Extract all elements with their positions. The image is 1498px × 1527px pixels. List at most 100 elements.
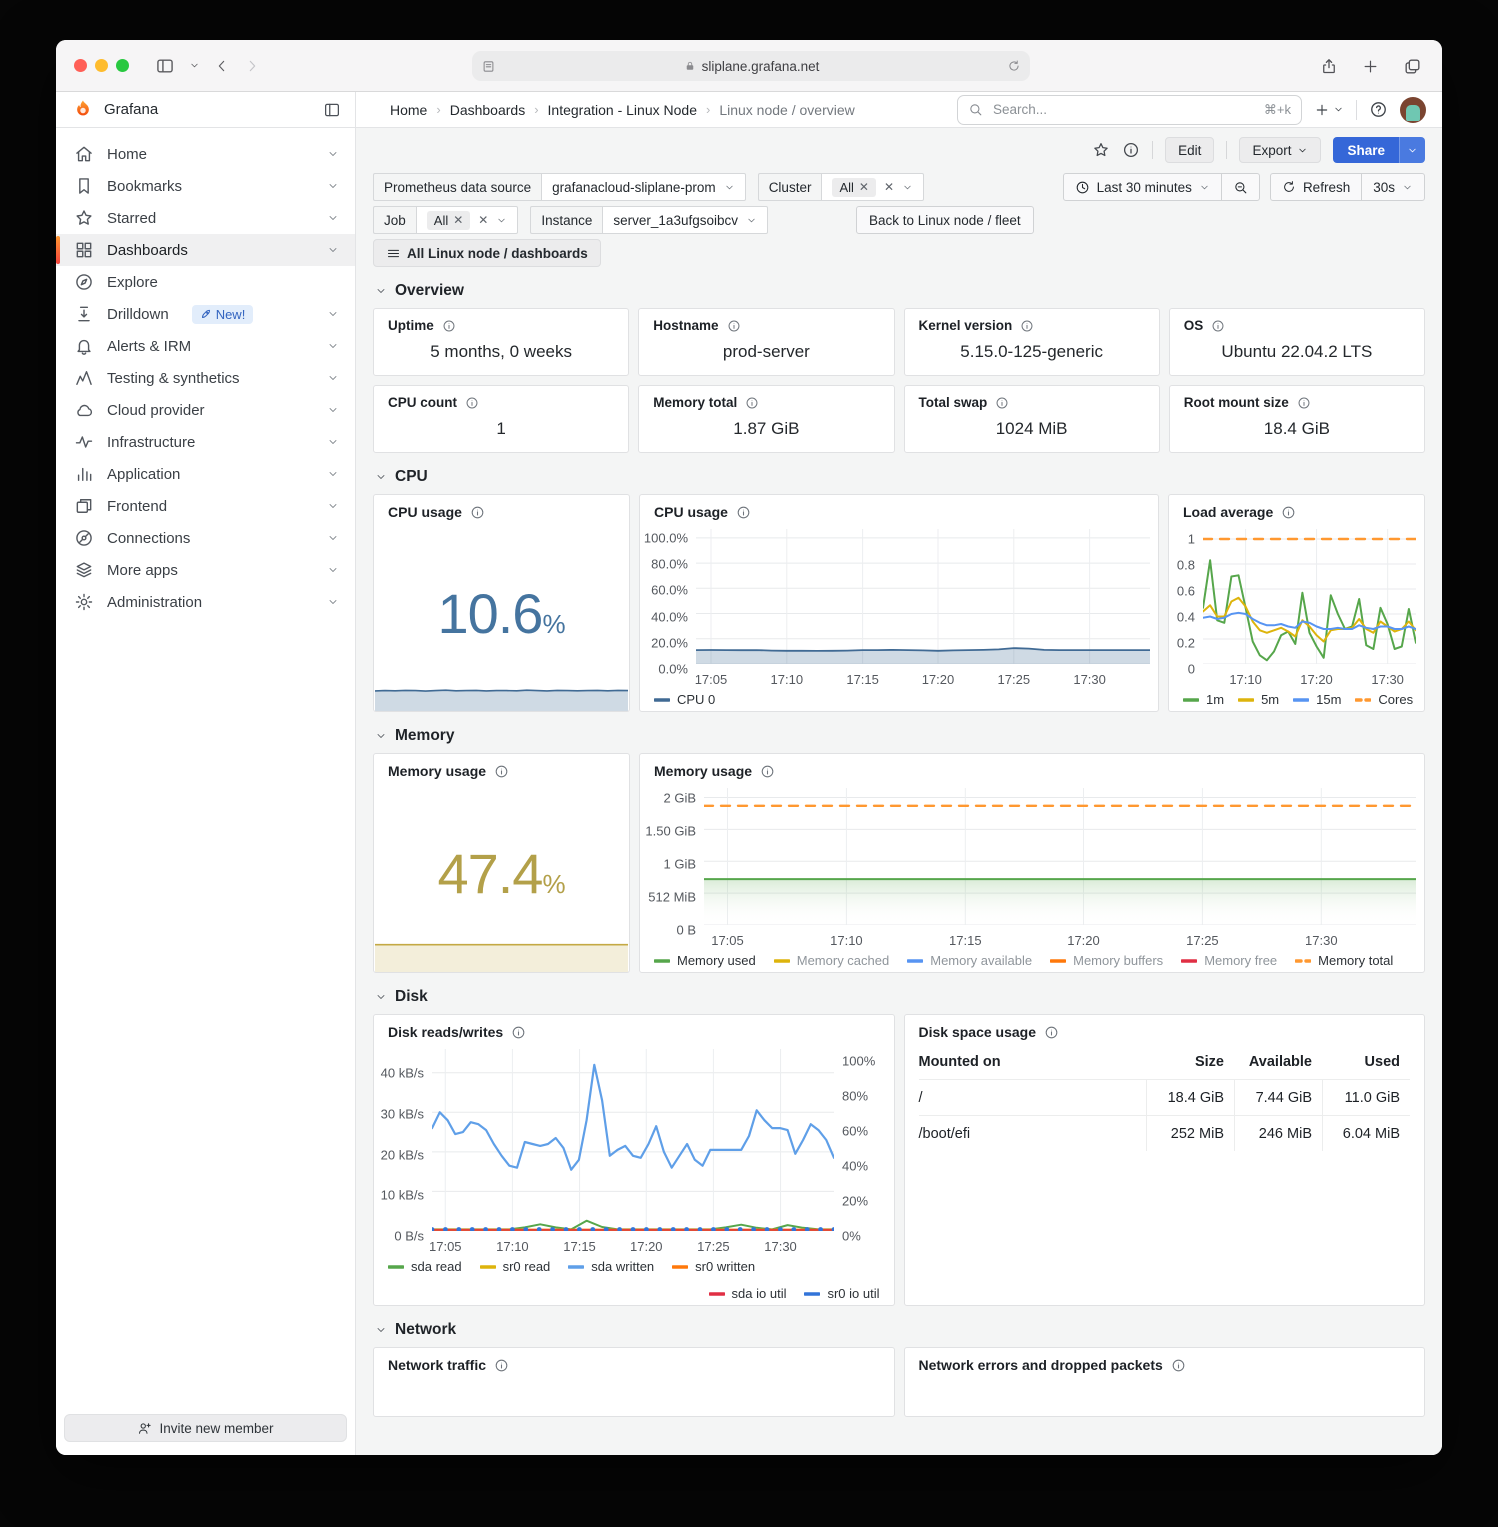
disk_rw-plot[interactable] [432, 1049, 834, 1231]
legend-item-15m[interactable]: 15m [1293, 692, 1341, 707]
info-icon[interactable] [1044, 1025, 1059, 1040]
sidebar-item-testing-synthetics[interactable]: Testing & synthetics [56, 362, 355, 394]
memory_usage-plot[interactable] [704, 788, 1416, 925]
legend-item-memory-total[interactable]: Memory total [1295, 953, 1393, 968]
refresh-button[interactable]: Refresh [1271, 174, 1361, 200]
sidebar-item-connections[interactable]: Connections [56, 522, 355, 554]
info-icon[interactable] [470, 505, 485, 520]
favorite-star-icon[interactable] [1092, 141, 1110, 159]
close-window-button[interactable] [74, 59, 87, 72]
clear-filter-icon[interactable]: ✕ [884, 180, 894, 194]
cpu_usage-plot[interactable] [696, 529, 1150, 664]
datasource-picker[interactable]: Prometheus data source grafanacloud-slip… [373, 173, 746, 201]
sidebar-item-bookmarks[interactable]: Bookmarks [56, 170, 355, 202]
sidebar-item-dashboards[interactable]: Dashboards [56, 234, 355, 266]
share-page-icon[interactable] [1320, 57, 1338, 76]
cluster-chip[interactable]: All✕ [832, 178, 876, 197]
section-cpu[interactable]: CPU [375, 468, 1423, 486]
reader-mode-icon[interactable] [481, 59, 496, 74]
info-icon[interactable] [511, 1025, 526, 1040]
sidebar-item-home[interactable]: Home [56, 138, 355, 170]
sidebar-item-infrastructure[interactable]: Infrastructure [56, 426, 355, 458]
refresh-interval-picker[interactable]: 30s [1361, 174, 1424, 200]
sidebar-chevron-icon[interactable] [189, 60, 200, 71]
tab-overview-icon[interactable] [1403, 57, 1422, 76]
sidebar-item-cloud-provider[interactable]: Cloud provider [56, 394, 355, 426]
info-icon[interactable] [1281, 505, 1296, 520]
info-icon[interactable] [494, 764, 509, 779]
info-icon[interactable] [1171, 1358, 1186, 1373]
zoom-out-button[interactable] [1221, 174, 1259, 200]
legend-item-sr0-read[interactable]: sr0 read [480, 1259, 551, 1274]
section-network[interactable]: Network [375, 1321, 1423, 1339]
address-bar[interactable]: sliplane.grafana.net [472, 51, 1030, 81]
grafana-logo[interactable] [72, 99, 94, 121]
legend-item-5m[interactable]: 5m [1238, 692, 1279, 707]
cluster-filter[interactable]: Cluster All✕ ✕ [758, 173, 924, 201]
fullscreen-window-button[interactable] [116, 59, 129, 72]
clear-filter-icon[interactable]: ✕ [478, 213, 488, 227]
breadcrumb-home[interactable]: Home [390, 102, 427, 118]
column-header-size[interactable]: Size [1146, 1054, 1234, 1070]
column-header-mounted-on[interactable]: Mounted on [919, 1054, 1147, 1070]
info-icon[interactable] [760, 764, 775, 779]
job-filter[interactable]: Job All✕ ✕ [373, 206, 518, 234]
legend-item-cores[interactable]: Cores [1355, 692, 1413, 707]
invite-member-button[interactable]: Invite new member [64, 1414, 347, 1442]
column-header-available[interactable]: Available [1234, 1054, 1322, 1070]
legend-item-memory-free[interactable]: Memory free [1181, 953, 1277, 968]
info-icon[interactable] [736, 505, 751, 520]
info-icon[interactable] [494, 1358, 509, 1373]
edit-button[interactable]: Edit [1165, 137, 1214, 163]
sidebar-item-administration[interactable]: Administration [56, 586, 355, 618]
cpu-usage-chart[interactable]: 100.0%80.0%60.0%40.0%20.0%0.0%17:0517:10… [640, 529, 1150, 689]
all-dashboards-button[interactable]: All Linux node / dashboards [373, 239, 601, 267]
panel-info-icon[interactable] [1122, 141, 1140, 159]
job-chip[interactable]: All✕ [427, 211, 471, 230]
column-header-used[interactable]: Used [1322, 1054, 1410, 1070]
global-search[interactable]: ⌘+k [957, 95, 1302, 125]
sidebar-item-explore[interactable]: Explore [56, 266, 355, 298]
breadcrumb-dashboards[interactable]: Dashboards [450, 102, 526, 118]
sidebar-item-more-apps[interactable]: More apps [56, 554, 355, 586]
sidebar-item-frontend[interactable]: Frontend [56, 490, 355, 522]
load_average-plot[interactable] [1203, 529, 1416, 664]
browser-sidebar-icon[interactable] [155, 56, 175, 76]
legend-item-memory-used[interactable]: Memory used [654, 953, 756, 968]
minimize-window-button[interactable] [95, 59, 108, 72]
mega-menu-toggle-icon[interactable] [323, 101, 341, 119]
load-average-chart[interactable]: 10.80.60.40.2017:1017:2017:30 [1169, 529, 1416, 689]
forward-button-icon[interactable] [244, 58, 260, 74]
search-input[interactable] [991, 101, 1256, 118]
sidebar-item-application[interactable]: Application [56, 458, 355, 490]
time-range-picker[interactable]: Last 30 minutes [1064, 174, 1221, 200]
chip-remove-icon[interactable]: ✕ [859, 180, 869, 194]
legend-item-1m[interactable]: 1m [1183, 692, 1224, 707]
legend-item-memory-buffers[interactable]: Memory buffers [1050, 953, 1163, 968]
legend-item-sda-io-util[interactable]: sda io util [709, 1286, 787, 1301]
share-dropdown[interactable] [1399, 137, 1425, 163]
legend-item-sda-read[interactable]: sda read [388, 1259, 462, 1274]
user-avatar[interactable] [1400, 97, 1426, 123]
section-disk[interactable]: Disk [375, 988, 1423, 1006]
share-button[interactable]: Share [1333, 137, 1425, 163]
back-to-fleet-button[interactable]: Back to Linux node / fleet [856, 206, 1034, 234]
sidebar-item-drilldown[interactable]: DrilldownNew! [56, 298, 355, 330]
export-button[interactable]: Export [1239, 137, 1321, 163]
sidebar-item-alerts-irm[interactable]: Alerts & IRM [56, 330, 355, 362]
help-icon[interactable] [1369, 100, 1388, 119]
legend-item-sr0-written[interactable]: sr0 written [672, 1259, 755, 1274]
new-menu-button[interactable] [1314, 102, 1344, 118]
legend-item-memory-cached[interactable]: Memory cached [774, 953, 889, 968]
legend-item-cpu-0[interactable]: CPU 0 [654, 692, 715, 707]
legend-item-sda-written[interactable]: sda written [568, 1259, 654, 1274]
section-overview[interactable]: Overview [375, 282, 1423, 300]
back-button-icon[interactable] [214, 58, 230, 74]
legend-item-sr0-io-util[interactable]: sr0 io util [804, 1286, 879, 1301]
sidebar-item-starred[interactable]: Starred [56, 202, 355, 234]
chip-remove-icon[interactable]: ✕ [453, 213, 463, 227]
new-tab-icon[interactable] [1362, 58, 1379, 75]
breadcrumb-integration[interactable]: Integration - Linux Node [548, 102, 697, 118]
disk-reads-writes-chart[interactable]: 40 kB/s30 kB/s20 kB/s10 kB/s0 B/s100%80%… [374, 1049, 886, 1256]
memory-usage-chart[interactable]: 2 GiB1.50 GiB1 GiB512 MiB0 B17:0517:1017… [640, 788, 1416, 950]
